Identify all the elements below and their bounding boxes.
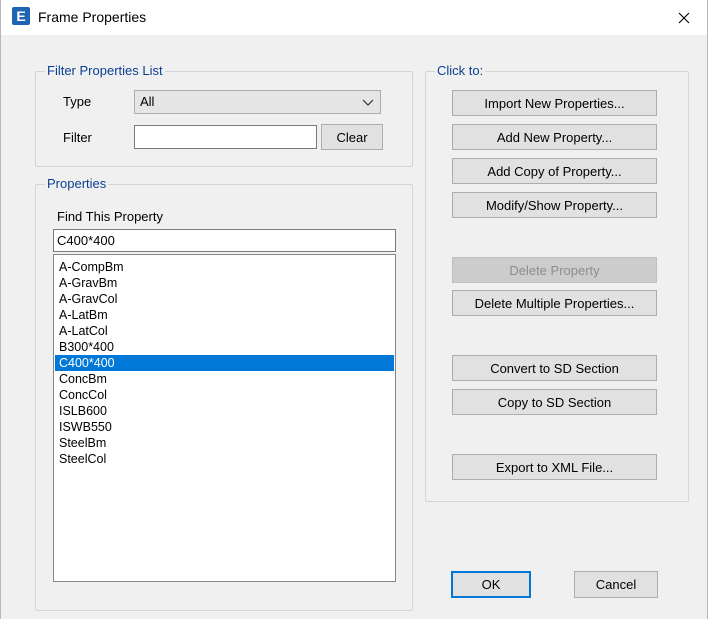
- delete-multiple-properties-button[interactable]: Delete Multiple Properties...: [452, 290, 657, 316]
- list-item[interactable]: A-LatCol: [55, 323, 394, 339]
- frame-properties-dialog: E Frame Properties Filter Properties Lis…: [0, 0, 708, 619]
- list-item[interactable]: SteelCol: [55, 451, 394, 467]
- close-button[interactable]: [661, 0, 707, 35]
- list-item[interactable]: C400*400: [55, 355, 394, 371]
- etabs-app-icon: E: [12, 7, 30, 25]
- delete-property-button: Delete Property: [452, 257, 657, 283]
- export-to-xml-button[interactable]: Export to XML File...: [452, 454, 657, 480]
- list-item[interactable]: ConcCol: [55, 387, 394, 403]
- title-bar: E Frame Properties: [1, 0, 707, 35]
- actions-group-label: Click to:: [435, 63, 486, 79]
- app-icon-letter: E: [16, 8, 26, 24]
- list-item[interactable]: A-CompBm: [55, 259, 394, 275]
- filter-input[interactable]: [134, 125, 317, 149]
- find-property-label: Find This Property: [57, 209, 163, 224]
- type-dropdown-value: All: [140, 94, 155, 109]
- list-item[interactable]: A-LatBm: [55, 307, 394, 323]
- properties-listbox[interactable]: A-CompBm A-GravBm A-GravCol A-LatBm A-LatCol…: [53, 254, 396, 582]
- list-item[interactable]: ConcBm: [55, 371, 394, 387]
- type-dropdown[interactable]: All: [134, 90, 381, 114]
- ok-button[interactable]: OK: [451, 571, 531, 598]
- filter-group-label: Filter Properties List: [45, 63, 165, 79]
- list-item[interactable]: B300*400: [55, 339, 394, 355]
- import-new-properties-button[interactable]: Import New Properties...: [452, 90, 657, 116]
- close-icon: [678, 12, 690, 23]
- type-label: Type: [63, 94, 92, 109]
- window-title: Frame Properties: [38, 9, 147, 25]
- list-item[interactable]: A-GravCol: [55, 291, 394, 307]
- chevron-down-icon: [362, 99, 374, 106]
- list-item[interactable]: ISLB600: [55, 403, 394, 419]
- clear-button[interactable]: Clear: [321, 124, 383, 150]
- add-copy-property-button[interactable]: Add Copy of Property...: [452, 158, 657, 184]
- convert-to-sd-section-button[interactable]: Convert to SD Section: [452, 355, 657, 381]
- list-item[interactable]: ISWB550: [55, 419, 394, 435]
- cancel-button[interactable]: Cancel: [574, 571, 658, 598]
- find-property-input[interactable]: C400*400: [53, 229, 396, 252]
- modify-show-property-button[interactable]: Modify/Show Property...: [452, 192, 657, 218]
- filter-label: Filter: [63, 130, 92, 145]
- add-new-property-button[interactable]: Add New Property...: [452, 124, 657, 150]
- filter-properties-group: Filter Properties List: [35, 63, 413, 167]
- properties-group-label: Properties: [45, 176, 109, 192]
- list-item[interactable]: A-GravBm: [55, 275, 394, 291]
- copy-to-sd-section-button[interactable]: Copy to SD Section: [452, 389, 657, 415]
- list-item[interactable]: SteelBm: [55, 435, 394, 451]
